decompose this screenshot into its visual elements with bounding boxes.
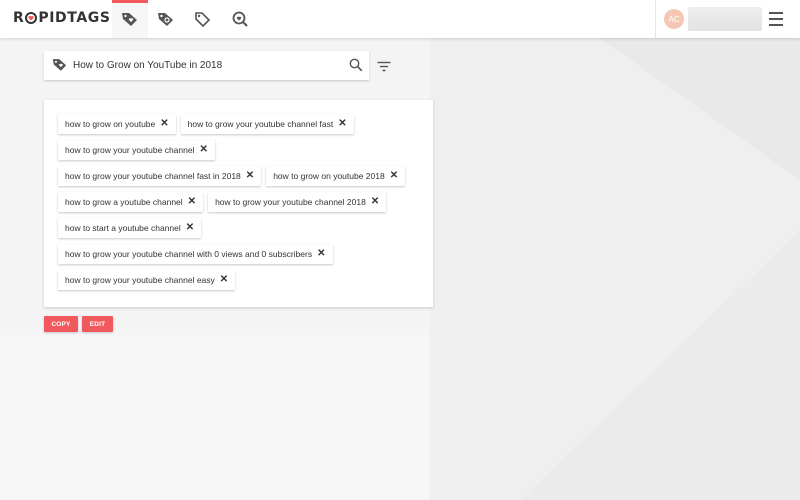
tag-chip-label: how to start a youtube channel [65,223,181,233]
tag-chip-label: how to grow on youtube 2018 [273,171,385,181]
logo-text-end: PIDTAGS [38,10,111,26]
tag-chip[interactable]: how to grow your youtube channel 2018 ✕ [208,192,387,212]
tag-chip-label: how to grow on youtube [65,119,156,129]
menu-line [769,18,783,20]
search-input[interactable] [73,56,343,75]
menu-line [769,12,783,14]
remove-tag-icon[interactable]: ✕ [338,119,346,129]
tag-list: how to grow on youtube ✕ how to grow your … [58,114,428,296]
tag-chip[interactable]: how to grow your youtube channel fast ✕ [180,114,354,134]
tag-chip[interactable]: how to grow on youtube 2018 ✕ [266,166,406,186]
copy-button[interactable]: COPY [44,316,78,332]
remove-tag-icon[interactable]: ✕ [317,249,325,259]
remove-tag-icon[interactable]: ✕ [390,171,398,181]
remove-tag-icon[interactable]: ✕ [188,197,196,207]
user-name-redacted[interactable] [688,7,762,31]
top-navigation-bar: R PIDTAGS AC [0,0,800,38]
logo-text-start: R [13,10,25,26]
tag-chip[interactable]: how to start a youtube channel ✕ [58,218,202,238]
nav-tab-tag-analyzer[interactable] [148,0,184,38]
tag-chip[interactable]: how to grow your youtube channel fast in… [58,166,262,186]
tag-chip-label: how to grow a youtube channel [65,197,183,207]
search-heart-icon [232,11,248,27]
nav-tab-explore[interactable] [222,0,258,38]
edit-button[interactable]: EDIT [82,316,113,332]
tag-search-icon [158,13,173,26]
tag-heart-icon [122,13,137,26]
nav-tab-tag-generator[interactable] [112,0,148,38]
menu-line [769,24,783,26]
tag-icon [195,12,211,27]
tag-chip-label: how to grow your youtube channel 2018 [215,197,366,207]
hamburger-menu-button[interactable] [769,12,783,26]
tag-chip[interactable]: how to grow your youtube channel with 0 … [58,244,333,264]
remove-tag-icon[interactable]: ✕ [246,171,254,181]
tag-chip-label: how to grow your youtube channel fast in… [65,171,241,181]
tag-chip-label: how to grow your youtube channel easy [65,275,215,285]
tag-chip-label: how to grow your youtube channel fast [187,119,334,129]
rapidtags-logo[interactable]: R PIDTAGS [13,10,111,26]
tag-chip-label: how to grow your youtube channel [65,145,195,155]
tags-card: how to grow on youtube ✕ how to grow your … [44,100,433,307]
tag-chip[interactable]: how to grow a youtube channel ✕ [58,192,204,212]
tag-chip-label: how to grow your youtube channel with 0 … [65,249,313,259]
tag-heart-icon [52,57,68,77]
search-bar [44,51,369,80]
tag-chip[interactable]: how to grow on youtube ✕ [58,114,176,134]
tag-chip[interactable]: how to grow your youtube channel easy ✕ [58,270,236,290]
remove-tag-icon[interactable]: ✕ [371,197,379,207]
remove-tag-icon[interactable]: ✕ [160,119,168,129]
user-avatar[interactable]: AC [664,9,684,29]
search-icon[interactable] [349,58,363,77]
logo-heart-icon [25,12,38,24]
nav-tab-tag-list[interactable] [185,0,221,38]
avatar-initials: AC [668,14,680,24]
remove-tag-icon[interactable]: ✕ [186,223,194,233]
remove-tag-icon[interactable]: ✕ [199,145,207,155]
header-divider [655,0,656,38]
remove-tag-icon[interactable]: ✕ [220,275,228,285]
tag-chip[interactable]: how to grow your youtube channel ✕ [58,140,215,160]
filter-icon[interactable] [377,60,391,78]
